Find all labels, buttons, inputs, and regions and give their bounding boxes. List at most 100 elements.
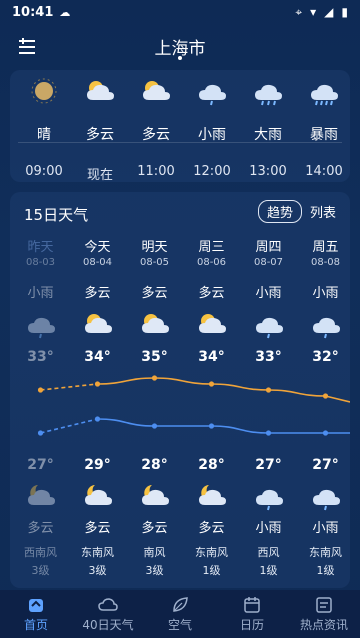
hourly-condition: 小雨 bbox=[198, 127, 226, 143]
wind-level: 3级 bbox=[31, 564, 50, 577]
hourly-condition: 暴雨 bbox=[310, 127, 338, 143]
wind-direction: 东南风 bbox=[81, 546, 114, 559]
hourly-condition: 晴 bbox=[37, 127, 51, 143]
signal-icon: ◢ bbox=[324, 5, 334, 19]
wind-level: 3级 bbox=[145, 564, 164, 577]
date-label: 08-06 bbox=[196, 257, 227, 268]
status-icons: ⌖ ▾ ◢ ▮ bbox=[295, 5, 348, 20]
cloud-status-icon: ☁ bbox=[59, 5, 71, 19]
light-rain-icon bbox=[12, 309, 69, 341]
series-1-point bbox=[208, 423, 215, 429]
toggle-trend[interactable]: 趋势 bbox=[257, 200, 302, 223]
page-indicator-dot bbox=[178, 56, 182, 60]
series-1-point bbox=[265, 430, 272, 436]
tab-label: 热点资讯 bbox=[299, 618, 348, 632]
light-rain-icon bbox=[240, 309, 297, 341]
night-condition: 多云 bbox=[84, 521, 111, 536]
tab-calendar[interactable]: 日历 bbox=[216, 590, 288, 638]
calendar-icon bbox=[216, 596, 288, 614]
series-0-point bbox=[37, 387, 44, 393]
header: 上海市 bbox=[0, 28, 360, 68]
tab-label: 首页 bbox=[23, 618, 48, 632]
toggle-list[interactable]: 列表 bbox=[310, 202, 336, 221]
partly-cloudy-night-icon bbox=[183, 481, 240, 513]
heavy-rain-icon bbox=[240, 76, 296, 112]
storm-rain-icon bbox=[296, 76, 350, 112]
partly-cloudy-night-icon bbox=[126, 481, 183, 513]
tab-label: 空气 bbox=[167, 618, 192, 632]
date-label: 08-07 bbox=[253, 257, 284, 268]
hourly-item: 小雨 12:00 bbox=[184, 70, 240, 182]
series-0-point bbox=[208, 381, 215, 387]
hourly-condition: 大雨 bbox=[254, 127, 282, 143]
day-condition: 多云 bbox=[198, 286, 225, 301]
date-label: 08-03 bbox=[25, 257, 56, 268]
home-icon bbox=[0, 596, 72, 614]
hourly-forecast-card: 晴 09:00 多云现在 多云 11:00 小雨 12:00 大雨 13:00 暴雨 14:00 bbox=[10, 70, 350, 182]
series-0-past-segment bbox=[40, 383, 98, 391]
tab-news[interactable]: 热点资讯 bbox=[288, 590, 360, 638]
tab-label: 日历 bbox=[239, 618, 264, 632]
wind-direction: 东南风 bbox=[195, 546, 228, 559]
temperature-trend-chart bbox=[37, 375, 350, 436]
date-label: 08-08 bbox=[310, 257, 341, 268]
date-label: 08-05 bbox=[139, 257, 170, 268]
hourly-time: 现在 bbox=[86, 168, 113, 182]
wind-direction: 南风 bbox=[143, 546, 166, 559]
tab-cloud[interactable]: 40日天气 bbox=[72, 590, 144, 638]
hourly-item: 多云 11:00 bbox=[128, 70, 184, 182]
wind-direction: 西南风 bbox=[24, 546, 57, 559]
tab-label: 40日天气 bbox=[82, 618, 134, 632]
status-bar: 10:41 ☁ ⌖ ▾ ◢ ▮ bbox=[0, 0, 360, 24]
hourly-item: 晴 09:00 bbox=[16, 70, 72, 182]
hourly-time: 14:00 bbox=[305, 164, 343, 179]
day-condition: 小雨 bbox=[255, 286, 282, 301]
day-label: 今天 bbox=[84, 240, 111, 255]
series-1-point bbox=[151, 423, 158, 429]
night-condition: 多云 bbox=[27, 521, 54, 536]
light-rain-icon bbox=[297, 309, 350, 341]
day-label: 周三 bbox=[198, 240, 225, 255]
hourly-condition: 多云 bbox=[86, 127, 114, 143]
series-1-past-segment bbox=[40, 418, 98, 434]
light-rain-icon bbox=[297, 481, 350, 513]
tab-home[interactable]: 首页 bbox=[0, 590, 72, 638]
series-0-line bbox=[97, 377, 350, 403]
partly-cloudy-night-icon bbox=[12, 481, 69, 513]
series-0-point bbox=[94, 381, 101, 387]
night-condition: 多云 bbox=[141, 521, 168, 536]
day-condition: 多云 bbox=[141, 286, 168, 301]
hourly-time: 09:00 bbox=[25, 164, 63, 179]
news-icon bbox=[288, 596, 360, 614]
partly-cloudy-night-icon bbox=[69, 481, 126, 513]
series-1-point bbox=[37, 430, 44, 436]
tab-leaf[interactable]: 空气 bbox=[144, 590, 216, 638]
hourly-item: 大雨 13:00 bbox=[240, 70, 296, 182]
night-condition: 多云 bbox=[198, 521, 225, 536]
leaf-icon bbox=[144, 596, 216, 614]
partly-cloudy-icon bbox=[69, 309, 126, 341]
series-0-point bbox=[265, 387, 272, 393]
hourly-divider bbox=[18, 142, 342, 143]
forecast-15day-card: 15日天气 趋势 列表 昨天 08-03 小雨 33° 27° 多云 西南风 3级 今天 08-0… bbox=[10, 192, 350, 588]
day-condition: 小雨 bbox=[312, 286, 339, 301]
day-condition: 小雨 bbox=[27, 286, 54, 301]
bottom-tab-bar: 首页 40日天气 空气 日历 热点资讯 bbox=[0, 590, 360, 638]
wind-level: 3级 bbox=[88, 564, 107, 577]
wind-level: 1级 bbox=[202, 564, 221, 577]
hourly-condition: 多云 bbox=[142, 127, 170, 143]
hourly-time: 12:00 bbox=[193, 164, 231, 179]
day-label: 昨天 bbox=[27, 240, 54, 255]
night-condition: 小雨 bbox=[312, 521, 339, 536]
series-1-point bbox=[94, 416, 101, 422]
series-1-line bbox=[97, 418, 350, 434]
location-icon: ⌖ bbox=[295, 4, 303, 19]
light-rain-icon bbox=[240, 481, 297, 513]
day-label: 明天 bbox=[141, 240, 168, 255]
hourly-item: 暴雨 14:00 bbox=[296, 70, 350, 182]
view-toggle: 趋势 列表 bbox=[257, 200, 336, 223]
light-rain-icon bbox=[184, 76, 240, 112]
moon-icon bbox=[16, 76, 72, 112]
battery-icon: ▮ bbox=[341, 5, 348, 19]
wind-level: 1级 bbox=[259, 564, 278, 577]
